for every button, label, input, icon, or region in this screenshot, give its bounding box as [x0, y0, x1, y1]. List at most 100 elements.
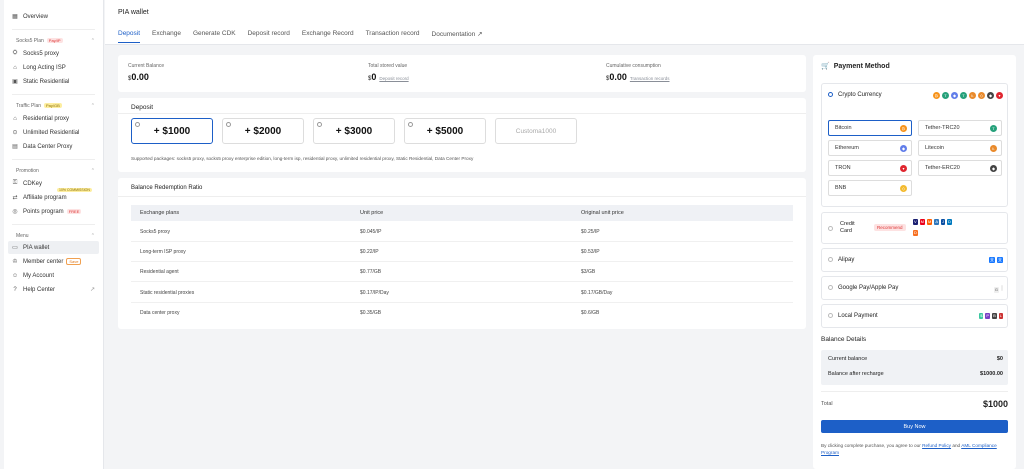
- help-icon: ?: [13, 286, 17, 293]
- row-divider: [131, 281, 793, 282]
- free-badge: FREE: [66, 209, 82, 214]
- terms-text: By clicking complete purchase, you agree…: [821, 443, 997, 455]
- supported-packages: Supported packages: socks5 proxy, socks5…: [131, 156, 474, 161]
- ratio-card: Balance Redemption Ratio Exchange plans …: [118, 178, 806, 329]
- sidebar-item-account[interactable]: ☺ My Account: [4, 269, 103, 282]
- chevron-up-icon: ⌃: [90, 168, 95, 174]
- sidebar-item-points[interactable]: ◎ Points program FREE: [4, 205, 103, 218]
- group-traffic[interactable]: Traffic Plan Pay/GB ⌃: [4, 101, 103, 111]
- transaction-records-link[interactable]: Transaction records: [630, 76, 670, 81]
- sidebar-item-residential[interactable]: ⌂ Residential proxy: [4, 112, 103, 125]
- pay-gb-badge: Pay/GB: [44, 103, 62, 108]
- divider: [821, 391, 1008, 392]
- coin-tether-trc20[interactable]: Tether-TRC20 T: [918, 120, 1002, 136]
- amount-2000-button[interactable]: + $2000: [222, 118, 304, 144]
- radio-icon: [135, 122, 140, 127]
- bnb-icon: ◇: [900, 184, 907, 192]
- crypto-option[interactable]: Crypto Currency: [828, 92, 882, 98]
- tab-exchange[interactable]: Exchange: [152, 30, 181, 43]
- ratio-title: Balance Redemption Ratio: [131, 185, 203, 191]
- key-icon: ⚿: [12, 180, 18, 186]
- coin-icons: ₿ T ◆ T Ł ◇ ◆ ▾: [931, 92, 1003, 99]
- local-payment-option[interactable]: Local Payment $ P B L: [821, 304, 1008, 328]
- sidebar-item-datacenter[interactable]: ▤ Data Center Proxy: [4, 140, 103, 153]
- radio-icon: [828, 313, 833, 318]
- isp-icon: ⌂: [13, 64, 17, 71]
- row-divider: [131, 261, 793, 262]
- group-socks5[interactable]: Socks5 Plan Pay/IP ⌃: [4, 36, 103, 46]
- tron-icon: ▾: [900, 164, 907, 172]
- tab-deposit-record[interactable]: Deposit record: [248, 30, 290, 43]
- group-promotion[interactable]: Promotion ⌃: [4, 166, 103, 176]
- amount-5000-button[interactable]: + $5000: [404, 118, 486, 144]
- credit-card-option[interactable]: Credit Card Recommend VMMAJD D: [821, 212, 1008, 244]
- eth-dark-icon: ◆: [987, 92, 994, 99]
- bitcoin-icon: ₿: [933, 92, 940, 99]
- coin-ethereum[interactable]: Ethereum ◆: [828, 140, 912, 156]
- diners-icon: D: [947, 219, 952, 225]
- total-value: $1000: [982, 399, 1008, 409]
- refund-policy-link[interactable]: Refund Policy: [922, 443, 951, 448]
- local-pay-icon: P: [985, 313, 991, 319]
- divider: [12, 159, 95, 160]
- row-divider: [131, 241, 793, 242]
- sidebar-item-affiliate[interactable]: ⇄ Affiliate program 10% COMMISSION: [4, 188, 103, 204]
- chevron-up-icon: ⌃: [90, 38, 95, 44]
- mastercard-icon: M: [919, 219, 926, 225]
- divider: [12, 29, 95, 30]
- balance-details-box: Current balance $0 Balance after recharg…: [821, 350, 1008, 385]
- tron-icon: ▾: [996, 92, 1003, 99]
- sidebar-item-unlimited[interactable]: ⊙ Unlimited Residential: [4, 126, 103, 139]
- table-header: Exchange plans Unit price Original unit …: [131, 205, 793, 221]
- sidebar-item-isp[interactable]: ⌂ Long Acting ISP: [4, 61, 103, 74]
- google-apple-pay-option[interactable]: Google Pay/Apple Pay G: [821, 276, 1008, 300]
- bitcoin-icon: ₿: [900, 124, 907, 132]
- coin-tron[interactable]: TRON ▾: [828, 160, 912, 176]
- amount-3000-button[interactable]: + $3000: [313, 118, 395, 144]
- radio-icon: [408, 122, 413, 127]
- tab-generate-cdk[interactable]: Generate CDK: [193, 30, 236, 43]
- chevron-up-icon: ⌃: [90, 233, 95, 239]
- sidebar-item-help[interactable]: ? Help Center ↗: [4, 283, 103, 296]
- payment-panel: 🛒 Payment Method Crypto Currency ₿ T ◆ T Ł ◇ ◆ ▾…: [813, 55, 1016, 469]
- card-brand-icons: VMMAJD: [911, 219, 952, 225]
- tab-exchange-record[interactable]: Exchange Record: [302, 30, 354, 43]
- sidebar: ▦ Overview Socks5 Plan Pay/IP ⌃ ⛭ Socks5 pro…: [4, 0, 104, 469]
- alipay-option[interactable]: Alipay 支支: [821, 248, 1008, 272]
- cart-icon: 🛒: [821, 63, 830, 70]
- sidebar-item-socks5[interactable]: ⛭ Socks5 proxy: [4, 47, 103, 60]
- points-icon: ◎: [12, 209, 18, 215]
- custom-amount-input[interactable]: Customa1000: [495, 118, 577, 144]
- ethereum-icon: ◆: [900, 144, 907, 152]
- tab-documentation[interactable]: Documentation ↗: [432, 30, 483, 43]
- amount-1000-button[interactable]: + $1000: [131, 118, 213, 144]
- radio-icon: [828, 285, 833, 290]
- radio-icon: [828, 257, 833, 262]
- sidebar-item-member[interactable]: ♔ Member center Save: [4, 255, 103, 268]
- google-pay-icon: G: [993, 287, 999, 293]
- coin-litecoin[interactable]: Litecoin Ł: [918, 140, 1002, 156]
- datacenter-icon: ▤: [12, 144, 18, 150]
- tab-deposit[interactable]: Deposit: [118, 30, 141, 43]
- pay-ip-badge: Pay/IP: [46, 38, 63, 43]
- group-menu[interactable]: Menu ⌃: [4, 231, 103, 241]
- coin-bnb[interactable]: BNB ◇: [828, 180, 912, 196]
- sidebar-item-overview[interactable]: ▦ Overview: [4, 10, 103, 23]
- payment-title: 🛒 Payment Method: [821, 62, 890, 71]
- coin-tether-erc20[interactable]: Tether-ERC20 ◆: [918, 160, 1002, 176]
- topbar: PIA wallet Deposit Exchange Generate CDK…: [105, 0, 1024, 45]
- commission-badge: 10% COMMISSION: [57, 188, 92, 192]
- alipay-hk-icon: 支: [997, 257, 1003, 263]
- deposit-title: Deposit: [131, 104, 154, 111]
- wallet-icon: ▭: [12, 245, 18, 251]
- coin-bitcoin[interactable]: Bitcoin ₿: [828, 120, 912, 136]
- sidebar-item-static[interactable]: ▣ Static Residential: [4, 75, 103, 88]
- tab-transaction-record[interactable]: Transaction record: [366, 30, 420, 43]
- overview-icon: ▦: [12, 14, 18, 20]
- local-pay-icon: L: [998, 313, 1003, 319]
- member-icon: ♔: [12, 259, 18, 265]
- external-link-icon: ↗: [89, 287, 95, 293]
- sidebar-item-wallet[interactable]: ▭ PIA wallet: [8, 241, 99, 254]
- deposit-record-link[interactable]: Deposit record: [379, 76, 408, 81]
- buy-now-button[interactable]: Buy Now: [821, 420, 1008, 433]
